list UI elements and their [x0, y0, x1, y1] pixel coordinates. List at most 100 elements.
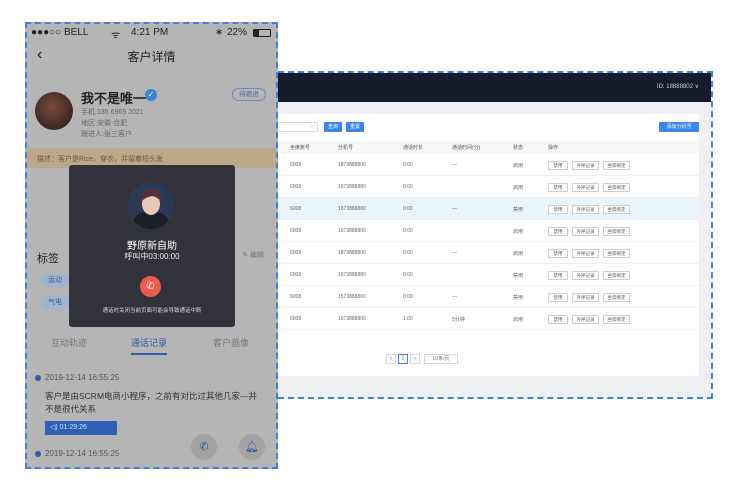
cell-duration: 0:00 [403, 250, 413, 256]
extension-table-card: 全 ⌄ 查询 重置 添加分机号 坐席账号 分机号 通话时长 通话时间(分) 状态… [270, 114, 699, 376]
customer-region: 地区:安徽-合肥 [81, 120, 128, 127]
call-timer: 呼叫中03:00:00 [124, 252, 180, 261]
toggle-button[interactable]: 禁用 [548, 205, 568, 214]
call-records-button[interactable]: 外呼记录 [572, 161, 599, 170]
tab-interaction[interactable]: 互动轨迹 [51, 336, 87, 349]
bind-seat-button[interactable]: 坐席绑定 [603, 249, 630, 258]
tags-edit-button[interactable]: ✎ 编辑 [242, 250, 264, 260]
timeline-text: 客户是由SCRM电商小程序，之前有对比过其他几家—并不是很代关系 [45, 391, 258, 414]
cell-duration: 0:00 [403, 206, 413, 212]
toggle-button[interactable]: 禁用 [548, 271, 568, 280]
tag-chip[interactable]: 运动 [41, 274, 69, 287]
bind-seat-button[interactable]: 坐席绑定 [603, 227, 630, 236]
tag-chip[interactable]: 气电 [41, 296, 69, 309]
cell-status: 启用 [513, 163, 524, 169]
cell-ext: 1673888800 [338, 316, 366, 322]
toggle-button[interactable]: 禁用 [548, 183, 568, 192]
table-row: 6008 1873888800 0:00 — 启用 禁用 外呼记录 坐席绑定 [270, 154, 699, 176]
table-row: 6008 1573888800 0:00— 禁用 禁用 外呼记录 坐席绑定 [270, 286, 699, 308]
cell-status: 禁用 [513, 273, 524, 279]
next-page-button[interactable]: > [410, 354, 420, 364]
cell-duration: 0:00 [403, 162, 413, 168]
cell-account: 6008 [290, 316, 302, 322]
col-account: 坐席账号 [290, 145, 311, 151]
cell-duration: 1:00 [403, 316, 413, 322]
col-extension: 分机号 [338, 145, 354, 151]
cell-status: 禁用 [513, 207, 524, 213]
search-button[interactable]: 查询 [324, 122, 342, 132]
cell-account: 6008 [290, 228, 302, 234]
table-row: 6008 1673888880 0:00 启用 禁用 外呼记录 坐席绑定 [270, 176, 699, 198]
bind-seat-button[interactable]: 坐席绑定 [603, 205, 630, 214]
cell-account: 6008 [290, 184, 302, 190]
table-row: 6008 1873888880 0:00— 禁用 禁用 外呼记录 坐席绑定 [270, 198, 699, 220]
mobile-customer-detail: ●●●○○ BELL ᯤ 4:21 PM ∗ 22% ‹ 客户详情 我不是唯一 … [25, 22, 278, 469]
desktop-topbar: ID: 18888802 ∨ [270, 73, 711, 102]
bind-seat-button[interactable]: 坐席绑定 [603, 315, 630, 324]
tab-call-records[interactable]: 通话记录 [131, 336, 168, 355]
audio-player[interactable]: ◁) 01:29:26 [45, 421, 117, 435]
cell-ext: 1573888800 [338, 294, 366, 300]
call-records-button[interactable]: 外呼记录 [572, 183, 599, 192]
customer-avatar [35, 92, 73, 130]
cell-status: 启用 [513, 185, 524, 191]
cell-ext: 1673888800 [338, 228, 366, 234]
reset-button[interactable]: 重置 [346, 122, 364, 132]
hang-up-icon[interactable]: ✆ [140, 276, 161, 297]
call-records-button[interactable]: 外呼记录 [572, 249, 599, 258]
cell-account: 6008 [290, 272, 302, 278]
desktop-admin-panel: ID: 18888802 ∨ 全 ⌄ 查询 重置 添加分机号 坐席账号 分机号 … [268, 71, 713, 399]
bind-seat-button[interactable]: 坐席绑定 [603, 293, 630, 302]
toggle-button[interactable]: 禁用 [548, 293, 568, 302]
call-records-button[interactable]: 外呼记录 [572, 271, 599, 280]
call-icon[interactable]: ✆ [191, 434, 217, 460]
toggle-button[interactable]: 禁用 [548, 315, 568, 324]
table-row: 6008 1873888800 0:00 — 启用 禁用 外呼记录 坐席绑定 [270, 242, 699, 264]
toggle-button[interactable]: 禁用 [548, 249, 568, 258]
call-records-button[interactable]: 外呼记录 [572, 315, 599, 324]
cell-status: 启用 [513, 251, 524, 257]
prev-page-button[interactable]: < [386, 354, 396, 364]
col-actions: 操作 [548, 145, 559, 151]
cell-status: 启用 [513, 229, 524, 235]
call-records-button[interactable]: 外呼记录 [572, 227, 599, 236]
cell-minutes: — [452, 250, 457, 256]
call-records-button[interactable]: 外呼记录 [572, 293, 599, 302]
cell-ext: 1873888800 [338, 250, 366, 256]
bind-seat-button[interactable]: 坐席绑定 [603, 271, 630, 280]
clock: 4:21 PM [131, 27, 169, 38]
cell-ext: 1873888800 [338, 162, 366, 168]
page-number-button[interactable]: 1 [398, 354, 408, 364]
page-title: 客户详情 [127, 50, 176, 64]
call-records-button[interactable]: 外呼记录 [572, 205, 599, 214]
nav-bar: ‹ 客户详情 [27, 42, 276, 72]
page-size-select[interactable]: 10条/页 [424, 354, 458, 364]
timeline-dot [35, 375, 41, 381]
desktop-body: 全 ⌄ 查询 重置 添加分机号 坐席账号 分机号 通话时长 通话时间(分) 状态… [270, 102, 711, 397]
cell-minutes: 5分钟 [452, 317, 465, 323]
bluetooth-icon: ∗ [215, 27, 224, 38]
cell-minutes: — [452, 162, 457, 168]
wifi-icon: ᯤ [111, 30, 121, 41]
tab-customer-profile[interactable]: 客户画像 [213, 336, 249, 349]
caller-name: 野原新自助 [127, 241, 177, 252]
tags-heading: 标签 [37, 253, 59, 265]
call-warning-note: 通话时关闭当前页面可能会导致通话中断 [102, 308, 202, 314]
add-extension-button[interactable]: 添加分机号 [659, 122, 699, 132]
table-row: 6008 1673888800 1:00 5分钟 启用 禁用 外呼记录 坐席绑定 [270, 308, 699, 330]
bell-icon[interactable]: 🔔︎ [239, 434, 265, 460]
table-header: 坐席账号 分机号 通话时长 通话时间(分) 状态 操作 [270, 141, 699, 153]
cell-duration: 0:00 [403, 272, 413, 278]
bind-seat-button[interactable]: 坐席绑定 [603, 161, 630, 170]
cell-ext: 1873888880 [338, 206, 366, 212]
toggle-button[interactable]: 禁用 [548, 227, 568, 236]
cell-duration: 0:00 [403, 184, 413, 190]
bind-seat-button[interactable]: 坐席绑定 [603, 183, 630, 192]
cell-account: 6008 [290, 294, 302, 300]
follow-up-status-button[interactable]: 待跟进 [232, 88, 266, 101]
toggle-button[interactable]: 禁用 [548, 161, 568, 170]
col-status: 状态 [513, 145, 524, 151]
user-id-menu[interactable]: ID: 18888802 ∨ [657, 83, 699, 90]
chevron-down-icon: ⌄ [309, 123, 314, 129]
cell-account: 6008 [290, 250, 302, 256]
